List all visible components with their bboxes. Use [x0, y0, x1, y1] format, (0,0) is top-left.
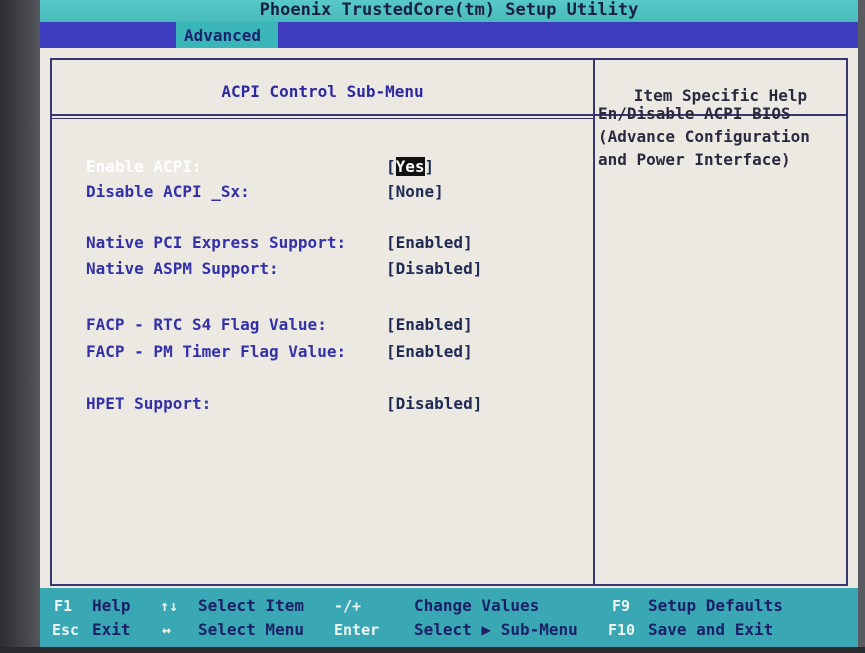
setting-label: Native PCI Express Support:: [86, 233, 347, 252]
header-divider-inner: [52, 118, 593, 119]
key-f1: F1: [54, 597, 73, 615]
setting-label: FACP - PM Timer Flag Value:: [86, 342, 347, 361]
key-desc: Select Menu: [198, 620, 304, 639]
setting-native-pci-express[interactable]: Native PCI Express Support: [Enabled]: [86, 232, 586, 254]
key-desc: Select Item: [198, 596, 304, 615]
key-desc: Change Values: [414, 596, 540, 615]
tab-advanced[interactable]: Advanced: [176, 22, 278, 48]
help-line: and Power Interface): [598, 150, 791, 169]
setting-value[interactable]: [Enabled]: [386, 314, 473, 336]
key-left-right-arrows: ↔: [162, 621, 172, 639]
key-esc: Esc: [52, 621, 80, 639]
key-desc: Help: [92, 596, 131, 615]
setting-label: Disable ACPI _Sx:: [86, 182, 250, 201]
setting-disable-acpi-sx[interactable]: Disable ACPI _Sx: [None]: [86, 181, 586, 203]
key-f10: F10: [608, 621, 636, 639]
setting-label: FACP - RTC S4 Flag Value:: [86, 315, 327, 334]
setting-value[interactable]: [Disabled]: [386, 393, 482, 415]
key-desc: Save and Exit: [648, 620, 774, 639]
submenu-title: ACPI Control Sub-Menu: [221, 82, 424, 101]
setting-label: Native ASPM Support:: [86, 259, 279, 278]
key-desc: Setup Defaults: [648, 596, 783, 615]
app-title: Phoenix TrustedCore(tm) Setup Utility: [259, 0, 639, 20]
menu-bar: [40, 22, 858, 48]
monitor-bezel-left: [0, 0, 40, 653]
setting-facp-rtc-s4[interactable]: FACP - RTC S4 Flag Value: [Enabled]: [86, 314, 586, 336]
help-text: En/Disable ACPI BIOS (Advance Configurat…: [598, 102, 828, 171]
monitor-bezel-bottom: [0, 647, 865, 653]
setting-hpet-support[interactable]: HPET Support: [Disabled]: [86, 393, 586, 415]
setting-value[interactable]: [Enabled]: [386, 232, 473, 254]
key-legend: F1 Help ↑↓ Select Item -/+ Change Values…: [40, 588, 858, 647]
setting-value[interactable]: [Yes]: [386, 156, 434, 178]
setting-value[interactable]: [Disabled]: [386, 258, 482, 280]
key-minus-plus: -/+: [334, 597, 362, 615]
setting-value[interactable]: [Enabled]: [386, 341, 473, 363]
help-line: (Advance Configuration: [598, 127, 810, 146]
selected-value: Yes: [395, 157, 425, 176]
setting-value[interactable]: [None]: [386, 181, 444, 203]
setting-label: HPET Support:: [86, 394, 212, 413]
setting-enable-acpi[interactable]: Enable ACPI: [Yes]: [86, 156, 586, 178]
panel-divider: [593, 60, 595, 584]
key-desc: Select ▶ Sub-Menu: [414, 620, 578, 639]
setting-native-aspm[interactable]: Native ASPM Support: [Disabled]: [86, 258, 586, 280]
key-f9: F9: [612, 597, 631, 615]
key-enter: Enter: [334, 621, 380, 639]
key-desc: Exit: [92, 620, 131, 639]
help-line: En/Disable ACPI BIOS: [598, 104, 791, 123]
key-up-down-arrows: ↑↓: [160, 597, 179, 615]
bios-screen: Phoenix TrustedCore(tm) Setup Utility Ad…: [40, 0, 858, 647]
setting-label: Enable ACPI:: [86, 157, 202, 176]
setting-facp-pm-timer[interactable]: FACP - PM Timer Flag Value: [Enabled]: [86, 341, 586, 363]
